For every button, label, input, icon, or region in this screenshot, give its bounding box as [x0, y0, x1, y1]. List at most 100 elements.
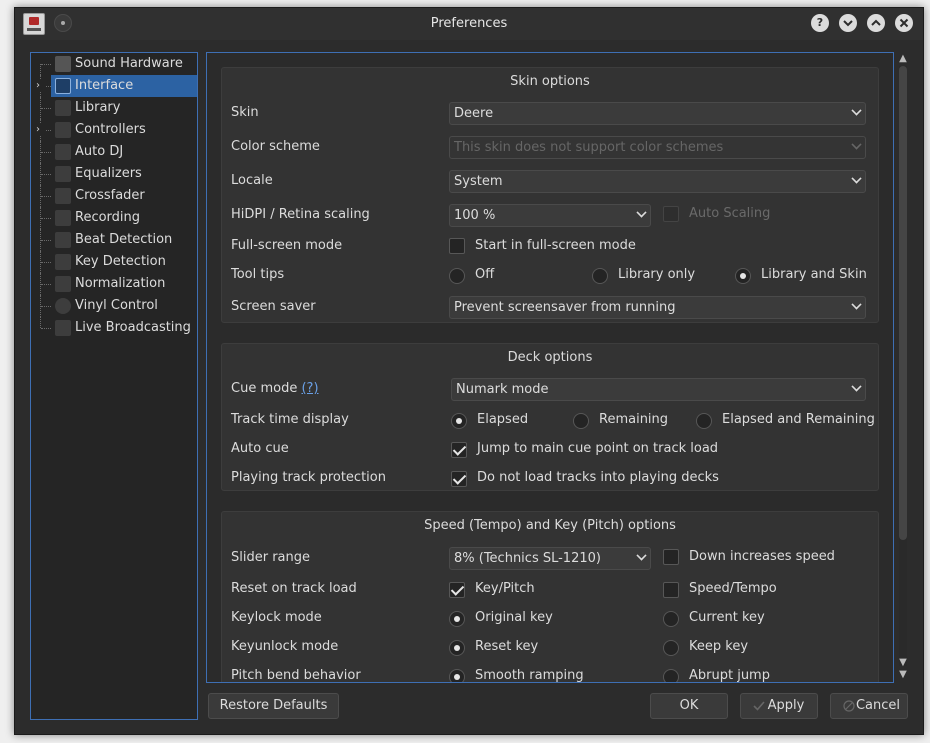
- color-scheme-value: This skin does not support color schemes: [454, 140, 724, 155]
- scroll-down-icon[interactable]: ▼: [898, 658, 908, 668]
- tree-item-equalizers[interactable]: Equalizers: [31, 163, 197, 185]
- close-button[interactable]: [895, 14, 913, 32]
- fullscreen-checkbox[interactable]: [449, 238, 465, 254]
- chevron-down-icon: [851, 299, 862, 310]
- expander-icon[interactable]: ›: [36, 80, 46, 92]
- keylock-original-radio[interactable]: [449, 611, 465, 627]
- titlebar: Preferences ?: [15, 8, 923, 40]
- cue-mode-help-link[interactable]: (?): [301, 381, 318, 396]
- track-time-label: Track time display: [231, 412, 349, 427]
- tree-item-vinyl-control[interactable]: Vinyl Control: [31, 295, 197, 317]
- tooltips-library-and-skin-radio[interactable]: [735, 268, 751, 284]
- controller-icon: [55, 122, 71, 138]
- track-time-elapsed-remaining-radio[interactable]: [696, 413, 712, 429]
- cancel-button[interactable]: Cancel: [830, 693, 908, 719]
- restore-defaults-button[interactable]: Restore Defaults: [208, 693, 339, 719]
- scroll-up-icon[interactable]: ▲: [898, 54, 908, 64]
- scrollbar-thumb[interactable]: [899, 66, 907, 540]
- keyunlock-reset-radio[interactable]: [449, 640, 465, 656]
- chevron-down-icon: [851, 173, 862, 184]
- track-time-elapsed-label: Elapsed: [477, 412, 529, 427]
- tree-label: Live Broadcasting: [75, 320, 191, 335]
- expander-icon[interactable]: ›: [36, 124, 46, 136]
- cancel-label: Cancel: [855, 698, 901, 713]
- reset-speed-tempo-label: Speed/Tempo: [689, 581, 777, 596]
- tree-item-sound-hardware[interactable]: Sound Hardware: [31, 53, 197, 75]
- minimize-button[interactable]: [839, 14, 857, 32]
- tree-item-auto-dj[interactable]: Auto DJ: [31, 141, 197, 163]
- tree-label: Interface: [75, 78, 134, 93]
- skin-label: Skin: [231, 105, 259, 120]
- speaker-icon: [55, 56, 71, 72]
- content-scrollbar[interactable]: ▲ ▼ ▼: [896, 52, 910, 683]
- tree-item-controllers[interactable]: › Controllers: [31, 119, 197, 141]
- cue-mode-select[interactable]: Numark mode: [451, 378, 866, 401]
- reset-key-pitch-label: Key/Pitch: [475, 581, 535, 596]
- down-increases-label: Down increases speed: [689, 549, 835, 564]
- interface-icon: [55, 78, 71, 94]
- slider-range-select[interactable]: 8% (Technics SL-1210): [449, 547, 651, 570]
- broadcast-icon: [55, 320, 71, 336]
- ok-button[interactable]: OK: [650, 693, 728, 719]
- tree-label: Library: [75, 100, 121, 115]
- pitch-bend-abrupt-radio[interactable]: [663, 669, 679, 682]
- tooltips-library-and-skin-label: Library and Skin: [761, 267, 867, 282]
- tooltips-library-only-radio[interactable]: [592, 268, 608, 284]
- playing-protection-checkbox[interactable]: [451, 471, 467, 487]
- tree-item-normalization[interactable]: Normalization: [31, 273, 197, 295]
- maximize-button[interactable]: [867, 14, 885, 32]
- hidpi-select[interactable]: 100 %: [449, 204, 651, 227]
- chevron-down-icon: [851, 381, 862, 392]
- screensaver-label: Screen saver: [231, 299, 316, 314]
- tree-item-library[interactable]: Library: [31, 97, 197, 119]
- tree-item-beat-detection[interactable]: Beat Detection: [31, 229, 197, 251]
- apply-label: Apply: [767, 698, 805, 713]
- chevron-up-icon: [871, 19, 881, 26]
- tooltips-off-radio[interactable]: [449, 268, 465, 284]
- chevron-down-icon: [851, 139, 862, 150]
- reset-key-pitch-checkbox[interactable]: [449, 582, 465, 598]
- cue-mode-label: Cue mode (?): [231, 381, 319, 396]
- keyunlock-keep-radio[interactable]: [663, 640, 679, 656]
- auto-cue-checkbox[interactable]: [451, 442, 467, 458]
- scroll-down-icon[interactable]: ▼: [898, 670, 908, 680]
- tree-item-live-broadcasting[interactable]: Live Broadcasting: [31, 317, 197, 339]
- pitch-bend-label: Pitch bend behavior: [231, 668, 361, 683]
- reset-speed-tempo-checkbox[interactable]: [663, 582, 679, 598]
- tree-label: Equalizers: [75, 166, 142, 181]
- help-button[interactable]: ?: [811, 14, 829, 32]
- tree-item-crossfader[interactable]: Crossfader: [31, 185, 197, 207]
- tree-item-recording[interactable]: Recording: [31, 207, 197, 229]
- keylock-current-radio[interactable]: [663, 611, 679, 627]
- tree-label: Crossfader: [75, 188, 145, 203]
- cue-mode-value: Numark mode: [456, 382, 549, 397]
- fullscreen-option: Start in full-screen mode: [475, 238, 636, 253]
- group-title: Speed (Tempo) and Key (Pitch) options: [424, 518, 676, 533]
- locale-select[interactable]: System: [449, 170, 866, 193]
- reset-on-load-label: Reset on track load: [231, 581, 357, 596]
- apply-button[interactable]: Apply: [740, 693, 818, 719]
- track-time-elapsed-remaining-label: Elapsed and Remaining: [722, 412, 875, 427]
- preferences-content: Skin options Skin Deere Color scheme Thi…: [206, 52, 894, 683]
- down-increases-checkbox[interactable]: [663, 549, 679, 565]
- speed-options-group: Speed (Tempo) and Key (Pitch) options Sl…: [221, 511, 879, 683]
- key-detection-icon: [55, 254, 71, 270]
- equalizer-icon: [55, 166, 71, 182]
- slider-range-value: 8% (Technics SL-1210): [454, 551, 601, 566]
- screensaver-select[interactable]: Prevent screensaver from running: [449, 296, 866, 319]
- color-scheme-select: This skin does not support color schemes: [449, 136, 866, 159]
- library-icon: [55, 100, 71, 116]
- chevron-down-icon: [843, 20, 853, 27]
- skin-select[interactable]: Deere: [449, 102, 866, 125]
- playing-protection-option: Do not load tracks into playing decks: [477, 470, 719, 485]
- auto-cue-option: Jump to main cue point on track load: [477, 441, 719, 456]
- keyunlock-label: Keyunlock mode: [231, 639, 339, 654]
- track-time-elapsed-radio[interactable]: [451, 413, 467, 429]
- pitch-bend-smooth-radio[interactable]: [449, 669, 465, 682]
- track-time-remaining-radio[interactable]: [573, 413, 589, 429]
- tree-item-interface[interactable]: › Interface: [31, 75, 197, 97]
- tree-label: Normalization: [75, 276, 166, 291]
- recording-icon: [55, 210, 71, 226]
- tooltips-off-label: Off: [475, 267, 495, 282]
- tree-item-key-detection[interactable]: Key Detection: [31, 251, 197, 273]
